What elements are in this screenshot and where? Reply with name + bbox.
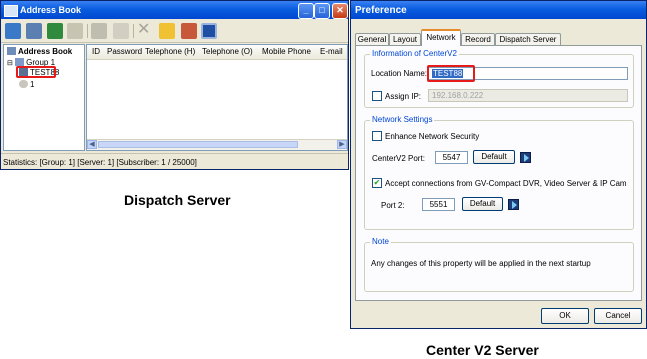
horizontal-scrollbar[interactable]: ◀ ▶ [87, 139, 347, 150]
col-telephone-o[interactable]: Telephone (O) [202, 47, 253, 56]
user-disabled-icon[interactable] [67, 23, 83, 39]
book-icon [7, 47, 16, 55]
properties-icon[interactable] [113, 23, 129, 39]
accept-connections-label: Accept connections from GV-Compact DVR, … [385, 179, 627, 188]
address-book-toolbar: ✕ [1, 19, 348, 43]
maximize-icon[interactable]: □ [314, 3, 330, 19]
address-book-title: Address Book [20, 5, 82, 15]
info-group-label: Information of CenterV2 [370, 49, 459, 58]
network-settings-group: Network Settings Enhance Network Securit… [364, 115, 634, 230]
preference-dialog: Preference General Layout Network Record… [350, 0, 647, 329]
note-label: Note [370, 237, 391, 246]
collapse-icon[interactable]: ⊟ [7, 60, 13, 67]
subscriber-list: ID Password Telephone (H) Telephone (O) … [86, 44, 348, 151]
delete-icon[interactable]: ✕ [137, 22, 153, 39]
centerv2-port-label: CenterV2 Port: [372, 154, 425, 163]
col-mobile-phone[interactable]: Mobile Phone [262, 47, 311, 56]
monitor-icon[interactable] [201, 23, 217, 39]
tree-subscriber-item[interactable]: 1 [19, 80, 34, 89]
address-book-tree: Address Book ⊟ Group 1 TEST88 1 [3, 44, 85, 151]
tab-layout[interactable]: Layout [389, 33, 421, 45]
enhance-security-label: Enhance Network Security [385, 132, 480, 141]
cancel-button[interactable]: Cancel [594, 308, 642, 324]
note-text: Any changes of this property will be app… [371, 259, 591, 268]
centerv2-port-field[interactable]: 5547 [435, 151, 468, 164]
scroll-right-icon[interactable]: ▶ [337, 140, 347, 149]
assign-ip-field[interactable]: 192.168.0.222 [428, 89, 628, 102]
network-tab-panel: Information of CenterV2 Location Name: T… [355, 45, 642, 301]
highlight-box [16, 66, 56, 78]
col-password[interactable]: Password [107, 47, 142, 56]
port2-field[interactable]: 5551 [422, 198, 455, 211]
group-icon [15, 58, 25, 66]
scroll-thumb[interactable] [98, 141, 298, 148]
port2-label: Port 2: [381, 201, 405, 210]
col-email[interactable]: E-mail [320, 47, 343, 56]
subscriber-icon [19, 80, 28, 88]
dispatch-server-caption: Dispatch Server [124, 192, 231, 208]
location-label: Location Name: [371, 69, 428, 78]
center-v2-server-caption: Center V2 Server [426, 342, 539, 358]
tab-record[interactable]: Record [461, 33, 495, 45]
accept-connections-checkbox[interactable]: ✔ [372, 178, 382, 188]
scroll-left-icon[interactable]: ◀ [87, 140, 97, 149]
contacts-icon[interactable] [181, 23, 197, 39]
list-header: ID Password Telephone (H) Telephone (O) … [87, 45, 347, 60]
server-add-icon[interactable] [26, 23, 42, 39]
default-port-button[interactable]: Default [473, 150, 515, 164]
col-id[interactable]: ID [92, 47, 100, 56]
tree-root[interactable]: Address Book [7, 47, 72, 56]
minimize-icon[interactable]: _ [298, 3, 314, 19]
info-group: Information of CenterV2 Location Name: T… [364, 49, 634, 108]
tab-network[interactable]: Network [421, 29, 461, 46]
address-book-app-icon [4, 5, 18, 17]
folder-icon[interactable] [159, 23, 175, 39]
network-settings-label: Network Settings [370, 115, 435, 124]
group-add-icon[interactable] [5, 23, 21, 39]
move-icon[interactable] [91, 23, 107, 39]
play-icon[interactable] [508, 199, 519, 210]
assign-ip-checkbox[interactable] [372, 91, 382, 101]
default-port2-button[interactable]: Default [462, 197, 503, 211]
ok-button[interactable]: OK [541, 308, 589, 324]
tab-dispatch-server[interactable]: Dispatch Server [495, 33, 561, 45]
enhance-security-checkbox[interactable] [372, 131, 382, 141]
address-book-title-bar[interactable]: Address Book _ □ ✕ [1, 1, 348, 19]
preference-title: Preference [355, 5, 407, 16]
close-icon[interactable]: ✕ [332, 3, 348, 19]
highlight-box [427, 65, 475, 82]
note-group: Note Any changes of this property will b… [364, 237, 634, 292]
subscriber-add-icon[interactable] [47, 23, 63, 39]
play-icon[interactable] [520, 152, 531, 163]
tab-general[interactable]: General [355, 33, 389, 45]
address-book-window: Address Book _ □ ✕ ✕ Address Book ⊟ Grou… [0, 0, 349, 170]
col-telephone-h[interactable]: Telephone (H) [145, 47, 195, 56]
status-bar: Statistics: [Group: 1] [Server: 1] [Subs… [1, 153, 348, 169]
assign-ip-label: Assign IP: [385, 92, 422, 101]
preference-title-bar[interactable]: Preference [351, 1, 646, 19]
